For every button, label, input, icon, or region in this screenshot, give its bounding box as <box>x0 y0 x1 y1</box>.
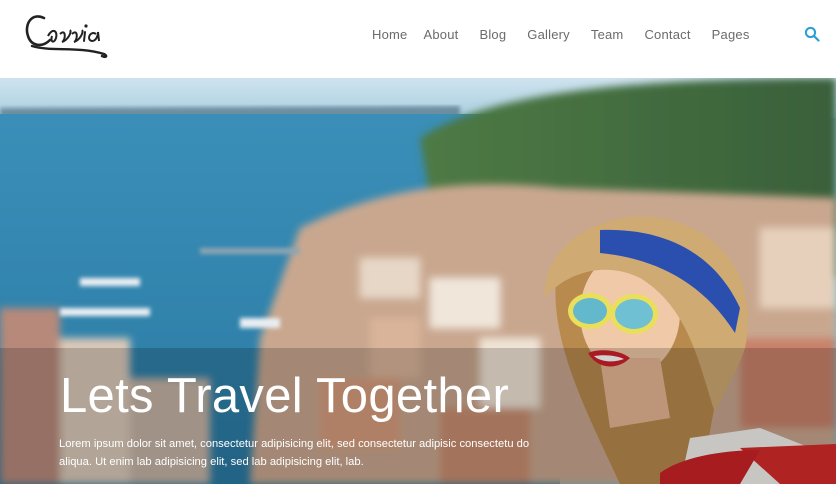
nav-gallery[interactable]: Gallery <box>527 27 570 42</box>
site-header: Home About Blog Gallery Team Contact Pag… <box>0 0 836 78</box>
nav-team[interactable]: Team <box>591 27 624 42</box>
nav-blog[interactable]: Blog <box>479 27 506 42</box>
hero-headline: Lets Travel Together <box>60 369 510 423</box>
hero-subtext: Lorem ipsum dolor sit amet, consectetur … <box>59 438 530 468</box>
cassia-logo-image <box>25 15 108 59</box>
nav-contact[interactable]: Contact <box>644 27 690 42</box>
main-nav: Home About Blog Gallery Team Contact Pag… <box>372 24 750 44</box>
page: Home About Blog Gallery Team Contact Pag… <box>0 0 836 484</box>
hero-banner: Lets Travel Together Lorem ipsum dolor s… <box>0 78 836 484</box>
search-icon[interactable] <box>804 26 820 42</box>
nav-home[interactable]: Home <box>372 27 407 42</box>
nav-pages[interactable]: Pages <box>712 27 750 42</box>
logo[interactable] <box>22 6 112 62</box>
nav-about[interactable]: About <box>423 27 458 42</box>
